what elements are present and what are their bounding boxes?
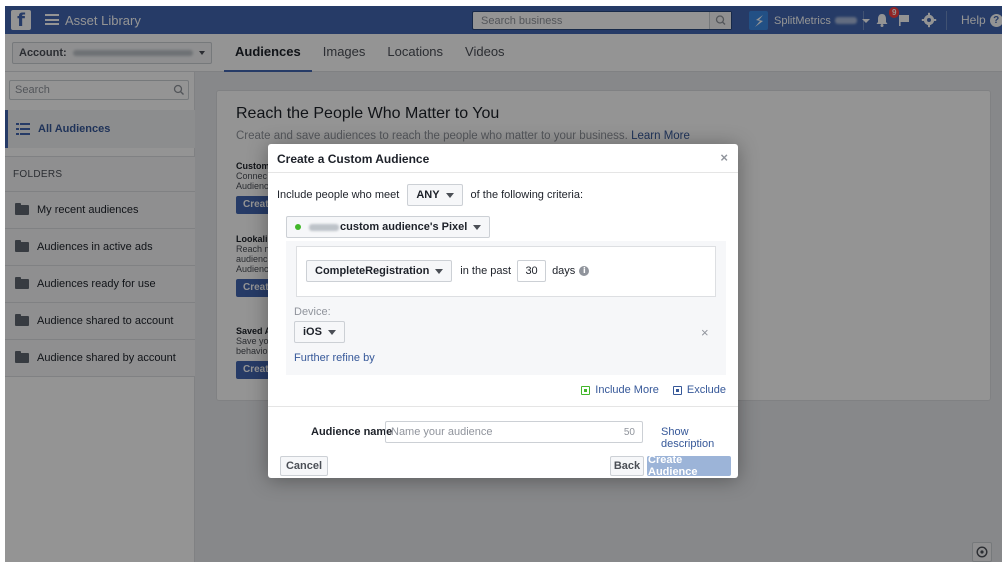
audience-name-row: Audience name 50 Show description xyxy=(268,421,738,450)
exclude-icon xyxy=(672,385,682,395)
dialog-title: Create a Custom Audience xyxy=(277,152,430,166)
event-rule-row: CompleteRegistration in the past days i xyxy=(306,260,590,282)
include-more-label: Include More xyxy=(595,384,659,396)
show-description-link[interactable]: Show description xyxy=(661,426,738,450)
chevron-down-icon xyxy=(473,224,482,230)
chevron-down-icon xyxy=(435,268,444,274)
days-label: days xyxy=(552,265,576,277)
pixel-source-label: custom audience's Pixel xyxy=(340,221,468,233)
exclude-link[interactable]: Exclude xyxy=(672,384,726,396)
include-more-link[interactable]: Include More xyxy=(581,384,659,396)
match-mode-value: ANY xyxy=(416,189,440,201)
create-custom-audience-dialog: Create a Custom Audience × Include peopl… xyxy=(268,144,738,478)
cancel-button[interactable]: Cancel xyxy=(280,456,328,476)
rule-actions: Include More Exclude xyxy=(567,384,726,396)
info-icon[interactable]: i xyxy=(579,266,590,276)
pixel-source-dropdown[interactable]: custom audience's Pixel xyxy=(286,216,491,238)
device-label: Device: xyxy=(294,306,331,318)
device-value: iOS xyxy=(303,326,322,338)
rule-box: CompleteRegistration in the past days i … xyxy=(286,241,726,375)
redacted-text xyxy=(309,223,339,231)
exclude-label: Exclude xyxy=(686,384,726,396)
close-icon[interactable]: × xyxy=(720,151,728,164)
chevron-down-icon xyxy=(445,192,454,198)
asset-library-app: f Asset Library SplitMetrics 9 xyxy=(5,6,1002,562)
criteria-suffix: of the following criteria: xyxy=(470,189,584,201)
event-dropdown[interactable]: CompleteRegistration xyxy=(306,260,453,282)
audience-name-input[interactable] xyxy=(386,422,606,442)
character-count: 50 xyxy=(623,427,635,438)
audience-name-field: 50 xyxy=(385,421,643,443)
create-audience-button[interactable]: Create Audience xyxy=(647,454,731,478)
device-dropdown[interactable]: iOS xyxy=(294,321,345,343)
dialog-footer: Cancel Back Create Audience xyxy=(268,454,738,478)
days-input[interactable] xyxy=(517,260,547,282)
remove-device-icon[interactable]: × xyxy=(701,326,709,339)
event-value: CompleteRegistration xyxy=(315,265,430,277)
in-the-past-label: in the past xyxy=(460,265,512,277)
divider xyxy=(268,406,738,407)
back-button[interactable]: Back xyxy=(610,456,644,476)
dialog-header: Create a Custom Audience × xyxy=(268,144,738,173)
criteria-row: Include people who meet ANY of the follo… xyxy=(277,184,583,206)
include-icon xyxy=(581,385,591,395)
audience-name-label: Audience name xyxy=(311,426,393,438)
status-dot-icon xyxy=(295,224,301,230)
criteria-prefix: Include people who meet xyxy=(277,189,400,201)
match-mode-dropdown[interactable]: ANY xyxy=(407,184,463,206)
chevron-down-icon xyxy=(327,329,336,335)
further-refine-link[interactable]: Further refine by xyxy=(294,352,375,364)
event-rule: CompleteRegistration in the past days i xyxy=(296,246,716,297)
